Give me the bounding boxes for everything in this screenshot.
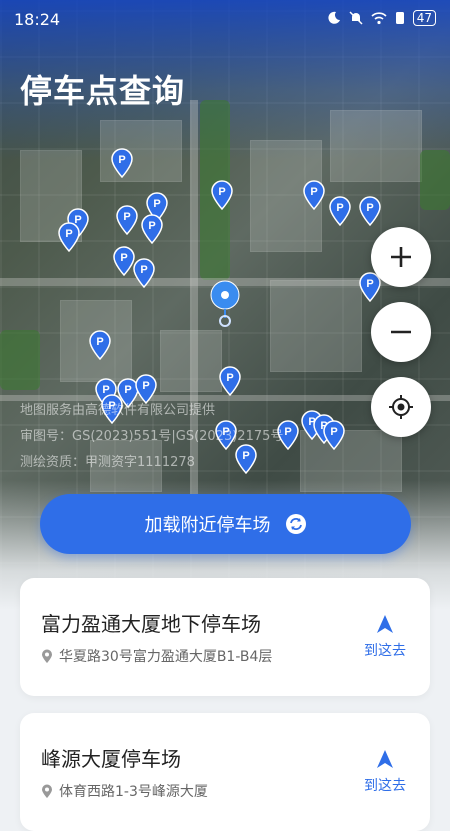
location-pin-icon — [42, 649, 52, 663]
current-location-marker — [208, 278, 242, 328]
parking-pin[interactable]: P — [140, 214, 164, 244]
navigation-arrow-icon — [377, 750, 393, 768]
svg-text:P: P — [218, 186, 225, 198]
parking-name: 富力盈通大厦地下停车场 — [41, 612, 261, 636]
parking-pin[interactable]: P — [210, 180, 234, 210]
parking-address: 体育西路1-3号峰源大厦 — [59, 784, 208, 800]
svg-text:P: P — [140, 264, 147, 276]
svg-text:P: P — [310, 186, 317, 198]
svg-text:P: P — [124, 384, 131, 396]
map-attribution: 地图服务由高德软件有限公司提供 审图号：GS(2023)551号|GS(2023… — [20, 398, 283, 476]
attribution-line: 审图号：GS(2023)551号|GS(2023)2175号 — [20, 429, 284, 444]
svg-text:P: P — [336, 202, 343, 214]
zoom-out-button[interactable] — [371, 302, 431, 362]
svg-text:P: P — [226, 372, 233, 384]
map-building — [270, 280, 362, 372]
navigate-button[interactable]: 到这去 — [360, 614, 410, 660]
parking-name: 峰源大厦停车场 — [41, 747, 181, 771]
parking-pin[interactable]: P — [57, 222, 81, 252]
svg-text:P: P — [284, 426, 291, 438]
svg-text:P: P — [366, 278, 373, 290]
svg-text:P: P — [118, 154, 125, 166]
parking-pin[interactable]: P — [322, 420, 346, 450]
locate-me-button[interactable] — [371, 377, 431, 437]
load-button-label: 加载附近停车场 — [144, 515, 271, 536]
mute-bell-icon — [349, 11, 363, 25]
parking-address-row: 体育西路1-3号峰源大厦 — [41, 781, 208, 801]
parking-pin[interactable]: P — [358, 196, 382, 226]
parking-pin[interactable]: P — [132, 258, 156, 288]
location-pin-icon — [42, 784, 52, 798]
parking-pin[interactable]: P — [302, 180, 326, 210]
svg-text:P: P — [330, 426, 337, 438]
parking-pin[interactable]: P — [115, 205, 139, 235]
attribution-line: 测绘资质：甲测资字1111278 — [20, 455, 195, 470]
svg-text:P: P — [153, 198, 160, 210]
navigation-arrow-icon — [377, 615, 393, 633]
parking-pin[interactable]: P — [328, 196, 352, 226]
parking-pin[interactable]: P — [110, 148, 134, 178]
zoom-in-button[interactable] — [371, 227, 431, 287]
map-building — [330, 110, 422, 182]
svg-text:P: P — [120, 252, 127, 264]
crosshair-icon — [389, 395, 413, 419]
parking-pin[interactable]: P — [218, 366, 242, 396]
navigate-button[interactable]: 到这去 — [360, 749, 410, 795]
svg-text:P: P — [142, 380, 149, 392]
svg-text:P: P — [366, 202, 373, 214]
minus-icon — [391, 330, 411, 334]
parking-address-row: 华夏路30号富力盈通大厦B1-B4层 — [41, 646, 272, 666]
svg-text:P: P — [96, 336, 103, 348]
navigate-label: 到这去 — [364, 778, 406, 794]
parking-list-item[interactable]: 峰源大厦停车场 体育西路1-3号峰源大厦 到这去 — [20, 713, 430, 831]
battery-indicator: 47 — [412, 10, 436, 26]
load-nearby-parking-button[interactable]: 加载附近停车场 — [40, 494, 411, 554]
wifi-icon — [371, 11, 387, 25]
moon-icon — [327, 11, 341, 25]
svg-text:P: P — [65, 228, 72, 240]
status-time: 18:24 — [14, 10, 61, 29]
attribution-line: 地图服务由高德软件有限公司提供 — [20, 403, 216, 418]
page-title: 停车点查询 — [20, 72, 186, 110]
navigate-label: 到这去 — [364, 643, 406, 659]
parking-pin[interactable]: P — [88, 330, 112, 360]
map-greenery — [420, 150, 450, 210]
svg-text:P: P — [123, 211, 130, 223]
status-icons: 47 — [327, 10, 436, 26]
sim-icon — [395, 11, 405, 25]
plus-icon — [391, 247, 411, 267]
refresh-icon — [285, 514, 306, 534]
parking-address: 华夏路30号富力盈通大厦B1-B4层 — [59, 649, 273, 665]
svg-text:P: P — [148, 220, 155, 232]
status-bar: 18:24 47 — [0, 0, 450, 40]
map-greenery — [0, 330, 40, 390]
parking-list-item[interactable]: 富力盈通大厦地下停车场 华夏路30号富力盈通大厦B1-B4层 到这去 — [20, 578, 430, 696]
